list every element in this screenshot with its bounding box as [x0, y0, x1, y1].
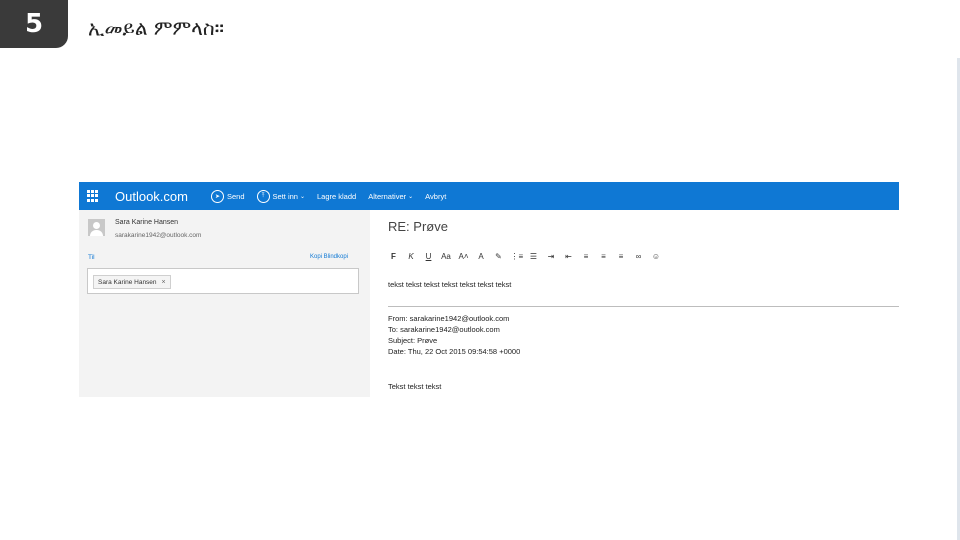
- quoted-text: Tekst tekst tekst: [388, 382, 442, 391]
- subject-field[interactable]: RE: Prøve: [388, 219, 448, 234]
- sender-name: Sara Karine Hansen: [115, 219, 179, 226]
- recipient-pane: Sara Karine Hansen sarakarine1942@outloo…: [79, 210, 370, 397]
- command-0[interactable]: ➤ Send: [211, 189, 245, 203]
- align-right-button[interactable]: ≡: [616, 252, 627, 261]
- align-left-button[interactable]: ≡: [581, 252, 592, 261]
- font-size-button[interactable]: Aa: [441, 252, 452, 261]
- font-color-button[interactable]: A: [476, 252, 487, 261]
- outlook-brand[interactable]: Outlook.com: [115, 189, 211, 204]
- outlook-screenshot: Outlook.com ➤ Send ⤒ Sett inn ⌄ Lagre kladd Al…: [79, 182, 899, 397]
- underline-button[interactable]: U: [423, 252, 434, 261]
- italic-button[interactable]: K: [406, 252, 417, 261]
- bold-button[interactable]: F: [388, 252, 399, 261]
- chevron-down-icon: ⌄: [299, 193, 305, 200]
- indent-button[interactable]: ⇥: [546, 252, 557, 261]
- command-label: Lagre kladd: [317, 191, 357, 201]
- numbered-list-button[interactable]: ⋮≡: [511, 252, 524, 261]
- quoted-subject: Subject: Prøve: [388, 336, 438, 345]
- link-button[interactable]: ∞: [633, 252, 644, 261]
- command-label: Avbryt: [425, 191, 447, 201]
- outdent-button[interactable]: ⇤: [563, 252, 574, 261]
- send-icon: ➤: [211, 189, 224, 203]
- command-4[interactable]: Avbryt: [425, 192, 446, 201]
- outlook-top-bar: Outlook.com ➤ Send ⤒ Sett inn ⌄ Lagre kladd Al…: [79, 182, 899, 210]
- format-toolbar: F K U Aa A˄ A ✎ ⋮≡ ☰ ⇥ ⇤ ≡ ≡ ≡ ∞ ☺: [388, 252, 668, 261]
- message-body[interactable]: tekst tekst tekst tekst tekst tekst teks…: [388, 280, 511, 289]
- reply-separator: [388, 306, 899, 307]
- quoted-date: Date: Thu, 22 Oct 2015 09:54:58 +0000: [388, 347, 521, 356]
- emoji-button[interactable]: ☺: [651, 252, 662, 261]
- highlight-button[interactable]: ✎: [493, 252, 504, 261]
- align-center-button[interactable]: ≡: [598, 252, 609, 261]
- recipient-chip-label: Sara Karine Hansen: [98, 278, 157, 286]
- slide-title: ኢመይል ምምላስ።: [88, 16, 224, 40]
- command-1[interactable]: ⤒ Sett inn ⌄: [256, 189, 305, 203]
- recipient-chip[interactable]: Sara Karine Hansen ×: [93, 275, 171, 289]
- command-label: Sett inn: [272, 191, 298, 201]
- app-launcher-icon[interactable]: [87, 190, 99, 202]
- grow-font-button[interactable]: A˄: [458, 252, 469, 261]
- bullet-list-button[interactable]: ☰: [528, 252, 539, 261]
- command-label: Send: [227, 191, 245, 201]
- insert-icon: ⤒: [256, 189, 270, 203]
- to-field[interactable]: Sara Karine Hansen ×: [87, 268, 359, 294]
- remove-recipient-icon[interactable]: ×: [162, 279, 166, 286]
- command-2[interactable]: Lagre kladd: [317, 192, 356, 201]
- slide-number: 5: [0, 0, 68, 48]
- sender-email: sarakarine1942@outlook.com: [115, 232, 202, 239]
- avatar: [88, 219, 105, 236]
- quoted-to: To: sarakarine1942@outlook.com: [388, 325, 500, 334]
- quoted-from: From: sarakarine1942@outlook.com: [388, 314, 510, 323]
- compose-pane: RE: Prøve F K U Aa A˄ A ✎ ⋮≡ ☰ ⇥ ⇤ ≡ ≡ ≡ ∞ ☺ tekst teks…: [370, 210, 899, 397]
- chevron-down-icon: ⌄: [408, 193, 414, 200]
- command-label: Alternativer: [368, 191, 407, 201]
- command-3[interactable]: Alternativer ⌄: [368, 192, 413, 201]
- command-bar: ➤ Send ⤒ Sett inn ⌄ Lagre kladd Alternativer ⌄ A…: [211, 189, 458, 203]
- cc-bcc-links[interactable]: Kopi Blindkopi: [310, 254, 348, 260]
- to-label[interactable]: Til: [88, 254, 95, 261]
